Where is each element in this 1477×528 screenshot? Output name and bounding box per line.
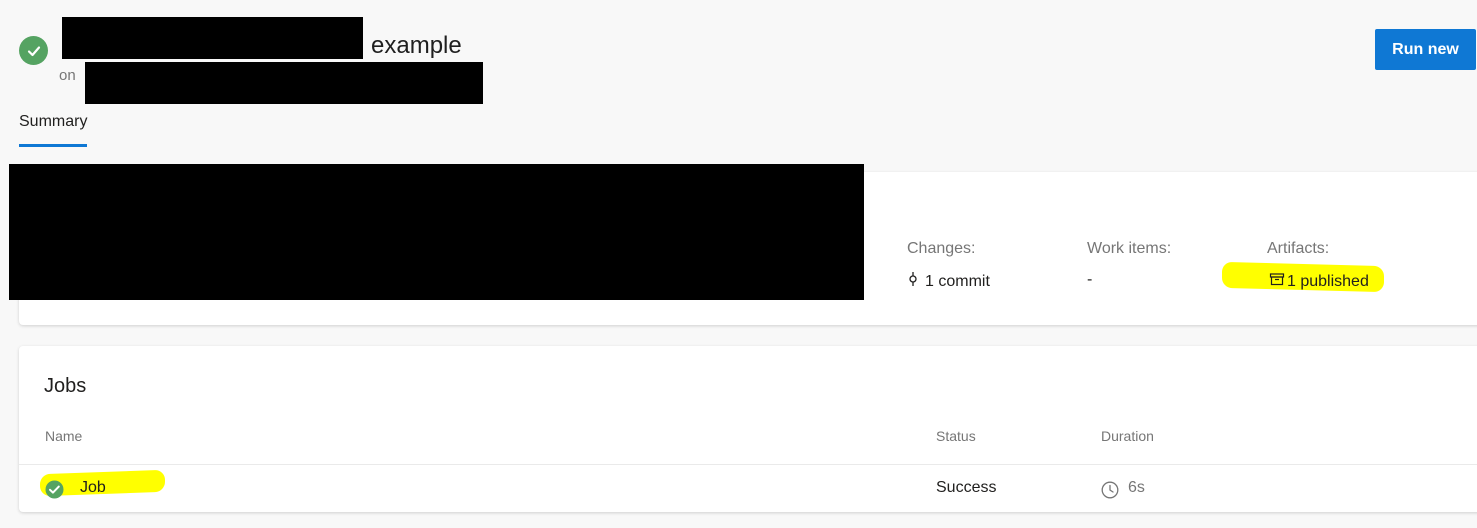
jobs-title: Jobs <box>44 375 87 397</box>
branch-on-label: on <box>59 67 76 84</box>
column-header-status: Status <box>936 428 976 444</box>
column-header-name: Name <box>45 428 83 444</box>
work-items-value: - <box>1087 271 1093 288</box>
redacted-branch <box>85 62 483 104</box>
column-header-duration: Duration <box>1101 428 1154 444</box>
job-duration: 6s <box>1128 479 1145 496</box>
work-items-label: Work items: <box>1087 240 1172 257</box>
changes-label: Changes: <box>907 240 976 257</box>
job-name[interactable]: Job <box>80 479 106 497</box>
table-row[interactable] <box>19 465 1477 512</box>
commit-icon <box>907 271 919 292</box>
changes-link[interactable]: 1 commit <box>907 271 990 292</box>
clock-icon <box>1101 481 1119 504</box>
artifacts-link[interactable]: 1 published <box>1269 271 1369 292</box>
tab-summary[interactable]: Summary <box>19 113 88 147</box>
job-status: Success <box>936 479 997 496</box>
run-new-button[interactable]: Run new <box>1375 29 1476 70</box>
success-check-icon <box>45 480 64 504</box>
artifacts-label: Artifacts: <box>1267 240 1330 257</box>
changes-value: 1 commit <box>925 272 990 290</box>
redacted-title <box>62 17 363 59</box>
run-title-suffix: example <box>371 32 462 59</box>
redacted-summary-details <box>9 164 864 300</box>
run-status-success-icon <box>19 36 48 65</box>
artifacts-value: 1 published <box>1287 272 1369 290</box>
artifact-package-icon <box>1269 271 1285 292</box>
